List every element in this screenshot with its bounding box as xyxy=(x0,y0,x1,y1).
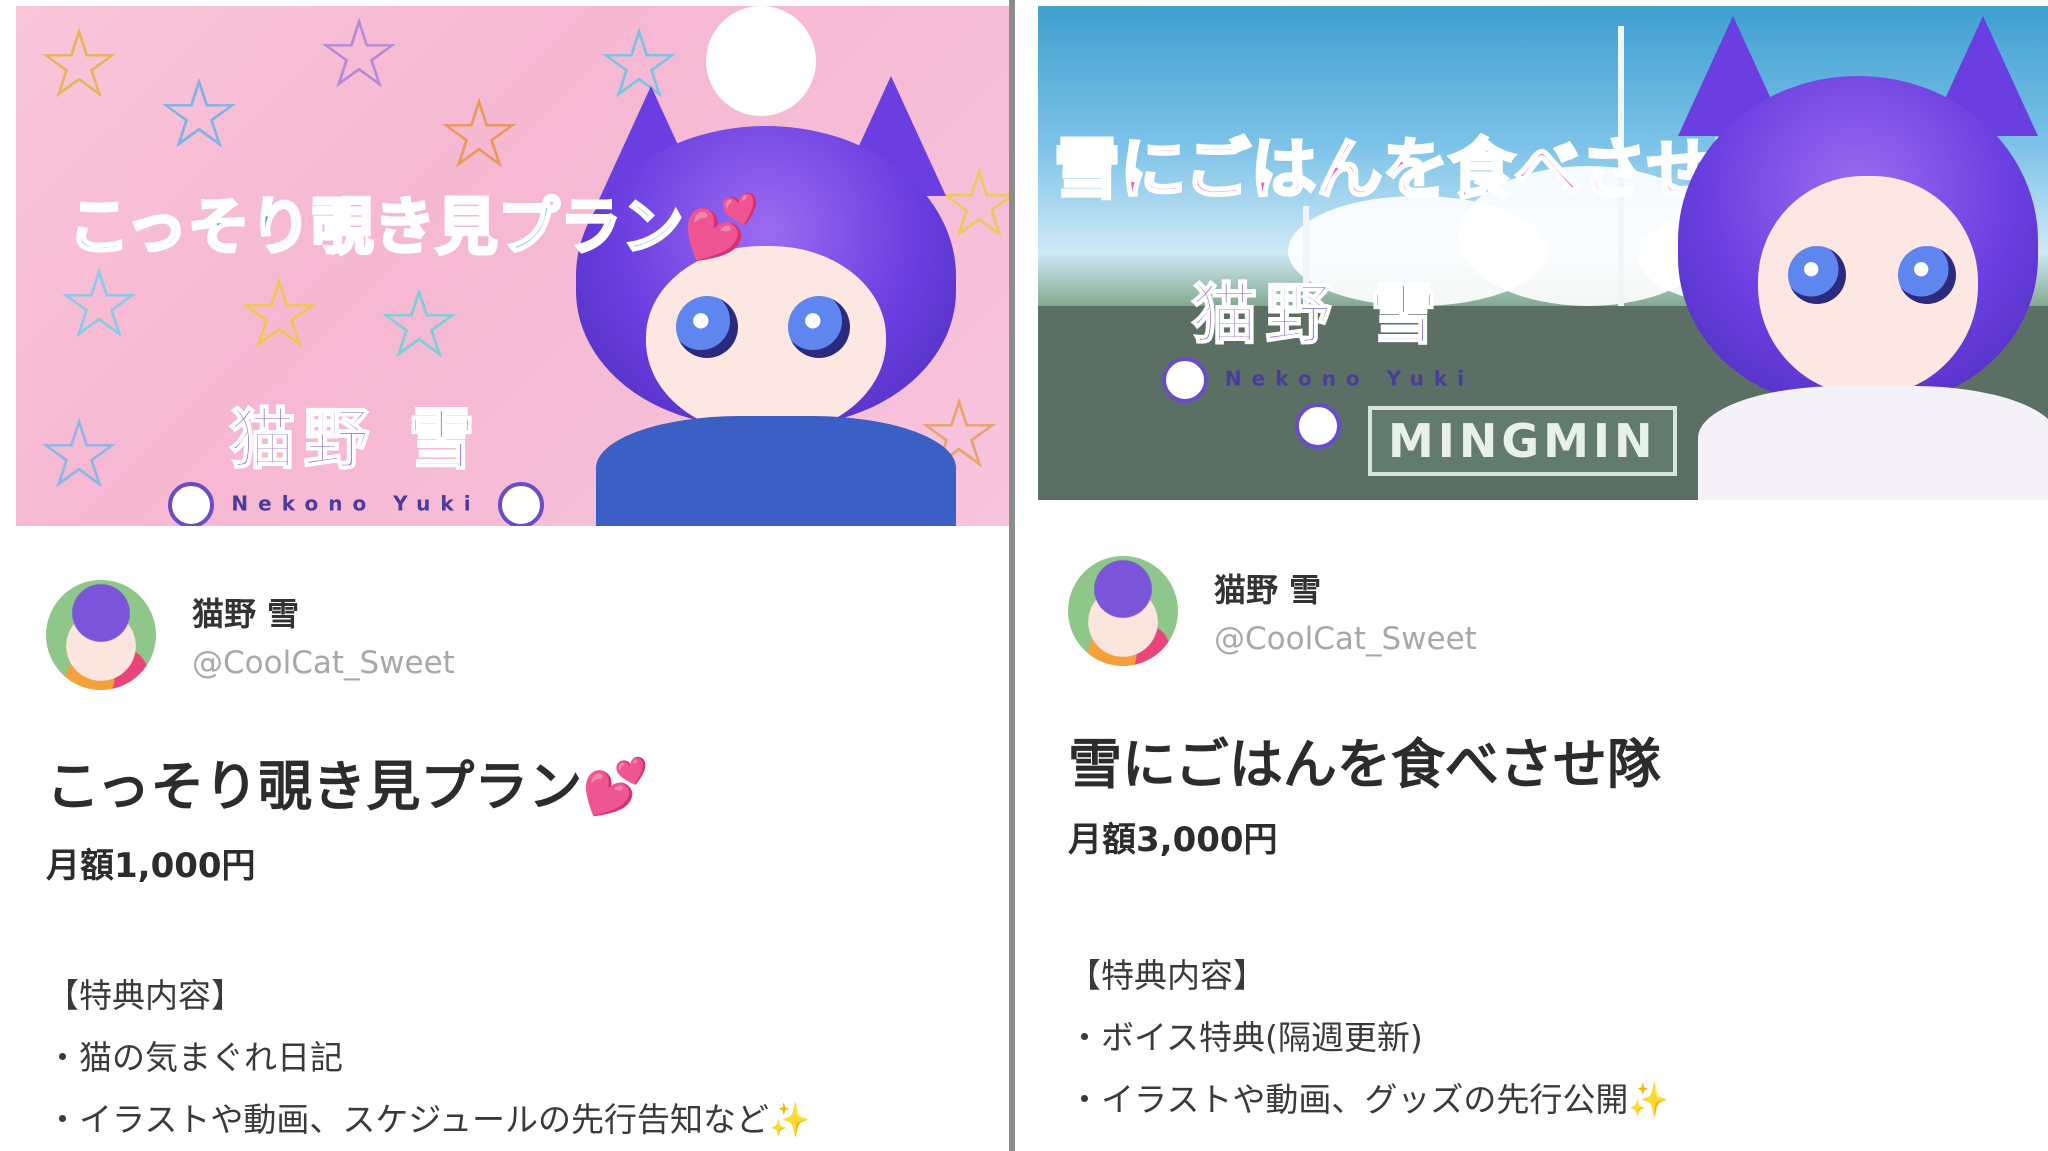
benefit-item: ・イラストや動画、スケジュールの先行告知など✨ xyxy=(46,1100,811,1139)
logo: 猫野 雪 Nekono Yuki xyxy=(1138,261,1498,449)
creator-handle[interactable]: @CoolCat_Sweet xyxy=(1214,621,1477,657)
benefits-header: 【特典内容】 xyxy=(1068,956,1266,995)
paw-icon xyxy=(168,482,215,526)
star-icon: ☆ xyxy=(36,8,123,120)
creator-profile[interactable]: 猫野 雪 @CoolCat_Sweet xyxy=(1068,556,1477,666)
creator-name: 猫野 雪 xyxy=(1214,571,1322,609)
paw-icon xyxy=(1295,403,1341,449)
logo-main: 猫野 雪 xyxy=(229,400,483,479)
plan-card-right[interactable]: MINGMIN 雪にごはんを食べさせ隊 猫野 雪 Nekono Yuki 猫野 … xyxy=(1018,0,2048,1151)
benefit-item: ・ボイス特典(隔週更新) xyxy=(1068,1018,1423,1057)
creator-profile[interactable]: 猫野 雪 @CoolCat_Sweet xyxy=(46,580,455,690)
paw-icon xyxy=(497,482,544,526)
creator-handle[interactable]: @CoolCat_Sweet xyxy=(192,645,455,681)
star-icon: ☆ xyxy=(436,78,523,190)
star-icon: ☆ xyxy=(316,6,403,110)
plan-card-left[interactable]: ☆ ☆ ☆ ☆ ☆ ☆ ☆ ☆ ☆ ☆ ☆ こっそり覗き見プラン💕 猫野 雪 N… xyxy=(0,0,1012,1151)
character-illustration xyxy=(1658,6,2048,500)
plan-title: こっそり覗き見プラン💕 xyxy=(46,755,650,818)
logo-sub: Nekono Yuki xyxy=(1224,366,1475,391)
benefit-item: ・イラストや動画、グッズの先行公開✨ xyxy=(1068,1080,1670,1119)
avatar[interactable] xyxy=(46,580,156,690)
paw-icon xyxy=(1161,357,1208,403)
banner-title: こっそり覗き見プラン💕 xyxy=(67,189,763,265)
benefit-item: ・猫の気まぐれ日記 xyxy=(46,1038,343,1077)
benefits-header: 【特典内容】 xyxy=(46,976,244,1015)
creator-name: 猫野 雪 xyxy=(192,595,300,633)
plan-banner-right: MINGMIN 雪にごはんを食べさせ隊 猫野 雪 Nekono Yuki xyxy=(1038,6,2048,500)
panel-divider xyxy=(1009,0,1015,1151)
benefits-list: 【特典内容】 ・ボイス特典(隔週更新) ・イラストや動画、グッズの先行公開✨ xyxy=(1068,945,1669,1131)
logo: 猫野 雪 Nekono Yuki xyxy=(166,386,546,526)
star-icon: ☆ xyxy=(236,258,323,370)
character-illustration xyxy=(536,6,1006,526)
star-icon: ☆ xyxy=(36,398,123,510)
star-icon: ☆ xyxy=(56,248,143,360)
plan-comparison-screenshot: ☆ ☆ ☆ ☆ ☆ ☆ ☆ ☆ ☆ ☆ ☆ こっそり覗き見プラン💕 猫野 雪 N… xyxy=(0,0,2048,1151)
star-icon: ☆ xyxy=(156,58,243,170)
cat-icon xyxy=(706,6,816,116)
benefits-list: 【特典内容】 ・猫の気まぐれ日記 ・イラストや動画、スケジュールの先行告知など✨ xyxy=(46,965,810,1151)
star-icon: ☆ xyxy=(376,268,463,380)
logo-sub: Nekono Yuki xyxy=(231,491,481,516)
logo-main: 猫野 雪 xyxy=(1191,275,1445,354)
plan-title: 雪にごはんを食べさせ隊 xyxy=(1068,733,1661,796)
plan-price: 月額3,000円 xyxy=(1068,820,1278,860)
plan-banner-left: ☆ ☆ ☆ ☆ ☆ ☆ ☆ ☆ ☆ ☆ ☆ こっそり覗き見プラン💕 猫野 雪 N… xyxy=(16,6,1012,526)
plan-price: 月額1,000円 xyxy=(46,846,256,886)
avatar[interactable] xyxy=(1068,556,1178,666)
